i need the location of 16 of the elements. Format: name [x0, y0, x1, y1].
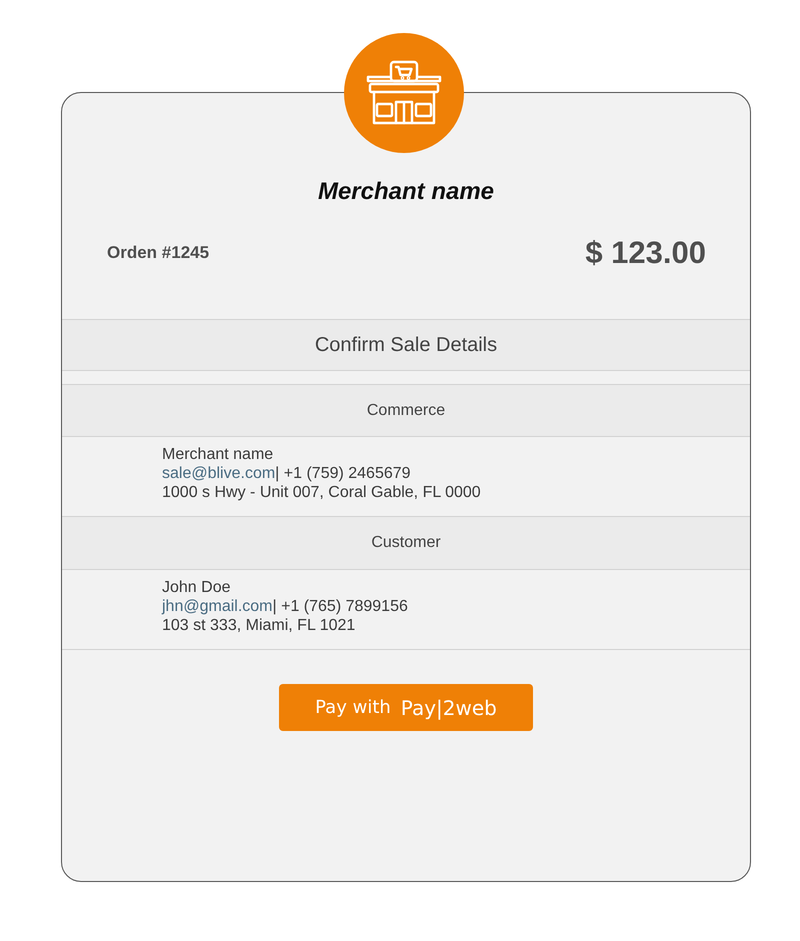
- order-amount: $ 123.00: [585, 235, 706, 271]
- phone-number: | +1 (765) 7899156: [272, 598, 408, 615]
- order-number: Orden #1245: [107, 243, 210, 263]
- section-heading: Customer: [371, 534, 441, 552]
- contact-name: John Doe: [162, 578, 232, 597]
- email-link[interactable]: sale@blive.com: [162, 465, 276, 482]
- contact-name: Merchant name: [162, 445, 274, 464]
- store-icon: [344, 33, 464, 153]
- contact-address: 103 st 333, Miami, FL 1021: [162, 616, 356, 635]
- contact-address: 1000 s Hwy - Unit 007, Coral Gable, FL 0000: [162, 483, 482, 502]
- pay-button[interactable]: Pay with Pay|2web: [279, 684, 533, 731]
- section-heading: Commerce: [366, 402, 446, 420]
- email-link[interactable]: jhn@gmail.com: [162, 598, 272, 615]
- section-title: Confirm Sale Details: [314, 334, 498, 356]
- merchant-name: Merchant name: [316, 178, 496, 206]
- phone-number: | +1 (759) 2465679: [275, 465, 411, 482]
